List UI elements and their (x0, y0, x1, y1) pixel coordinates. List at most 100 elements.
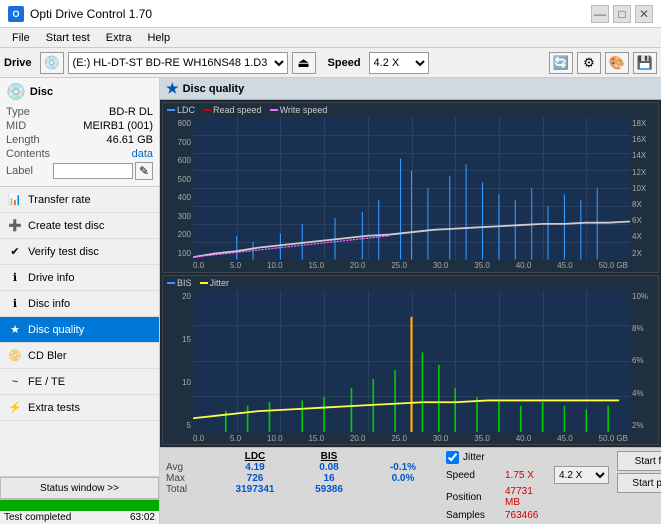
nav-create-test-disc[interactable]: ➕ Create test disc (0, 213, 159, 239)
disc-section-title: Disc (30, 86, 53, 98)
transfer-rate-icon: 📊 (8, 193, 22, 207)
disc-contents-row: Contents data (6, 148, 153, 160)
disc-type-value: BD-R DL (109, 106, 153, 118)
eject-button[interactable]: ⏏ (292, 52, 316, 74)
progress-bar (0, 500, 159, 511)
disc-length-row: Length 46.61 GB (6, 134, 153, 146)
status-left-text: Test completed (4, 512, 71, 523)
sidebar: 💿 Disc Type BD-R DL MID MEIRB1 (001) Len… (0, 78, 160, 524)
cd-bler-icon: 📀 (8, 349, 22, 363)
menu-start-test[interactable]: Start test (38, 30, 98, 46)
disc-label-input[interactable] (53, 163, 133, 179)
stats-avg-label: Avg (166, 462, 216, 473)
position-value: 47731 MB (505, 486, 550, 508)
write-speed-legend: Write speed (270, 105, 328, 115)
nav-fe-te[interactable]: ~ FE / TE (0, 369, 159, 395)
disc-label-row: Label ✎ (6, 162, 153, 180)
disc-panel: 💿 Disc Type BD-R DL MID MEIRB1 (001) Len… (0, 78, 159, 187)
stats-header-jitter-label (368, 451, 438, 462)
disc-length-label: Length (6, 134, 40, 146)
nav-extra-tests-label: Extra tests (28, 402, 80, 414)
speed-select-stats[interactable]: 4.2 X (554, 466, 609, 484)
chart1-y-right: 18X 16X 14X 12X 10X 8X 6X 4X 2X (630, 117, 658, 260)
stats-max-bis: 16 (294, 473, 364, 484)
nav-disc-quality-label: Disc quality (28, 324, 84, 336)
close-button[interactable]: ✕ (635, 5, 653, 23)
speed-select[interactable]: 4.2 X 1.0 X 2.0 X 8.0 X (369, 52, 429, 74)
start-full-button[interactable]: Start full (617, 451, 661, 471)
palette-button[interactable]: 🎨 (605, 52, 629, 74)
nav-verify-test-disc[interactable]: ✔ Verify test disc (0, 239, 159, 265)
app-icon: O (8, 6, 24, 22)
stats-total-label: Total (166, 484, 216, 495)
settings-button[interactable]: ⚙ (577, 52, 601, 74)
stats-header-empty (166, 451, 216, 462)
chart1-svg (193, 117, 630, 260)
write-legend-dot (270, 109, 278, 111)
chart1-x-axis: 0.0 5.0 10.0 15.0 20.0 25.0 30.0 35.0 40… (163, 260, 658, 272)
fe-te-icon: ~ (8, 375, 22, 389)
nav-disc-quality[interactable]: ★ Disc quality (0, 317, 159, 343)
refresh-button[interactable]: 🔄 (549, 52, 573, 74)
nav-cd-bler[interactable]: 📀 CD Bler (0, 343, 159, 369)
chart1-legend: LDC Read speed Write speed (163, 103, 658, 117)
save-button[interactable]: 💾 (633, 52, 657, 74)
ldc-legend-label: LDC (177, 105, 195, 115)
disc-contents-value: data (132, 148, 153, 160)
nav-disc-info[interactable]: ℹ Disc info (0, 291, 159, 317)
create-test-disc-icon: ➕ (8, 219, 22, 233)
start-part-button[interactable]: Start part (617, 473, 661, 493)
stats-total-bis: 59386 (294, 484, 364, 495)
chart2-svg (193, 290, 630, 433)
label-input-row: ✎ (53, 162, 153, 180)
chart2-legend: BIS Jitter (163, 276, 658, 290)
status-right-text: 63:02 (130, 512, 155, 523)
drive-label: Drive (4, 57, 32, 69)
charts-area: LDC Read speed Write speed 800 700 (160, 100, 661, 447)
nav-transfer-rate[interactable]: 📊 Transfer rate (0, 187, 159, 213)
stats-avg-jitter: -0.1% (368, 462, 438, 473)
nav-drive-info[interactable]: ℹ Drive info (0, 265, 159, 291)
bis-chart: BIS Jitter 20 15 10 5 (162, 275, 659, 446)
app-title: Opti Drive Control 1.70 (30, 7, 152, 21)
menu-file[interactable]: File (4, 30, 38, 46)
menu-extra[interactable]: Extra (98, 30, 140, 46)
nav-fe-te-label: FE / TE (28, 376, 65, 388)
drive-icon-btn[interactable]: 💿 (40, 52, 64, 74)
disc-label-label: Label (6, 165, 33, 177)
titlebar-left: O Opti Drive Control 1.70 (8, 6, 152, 22)
chart2-area: 20 15 10 5 (163, 290, 658, 433)
stats-total-ldc: 3197341 (220, 484, 290, 495)
stats-max-ldc: 726 (220, 473, 290, 484)
stats-table: LDC BIS Avg 4.19 0.08 -0.1% Max 726 16 0… (166, 451, 438, 495)
drive-info-icon: ℹ (8, 271, 22, 285)
ldc-legend-dot (167, 109, 175, 111)
disc-contents-label: Contents (6, 148, 50, 160)
drive-select[interactable]: (E:) HL-DT-ST BD-RE WH16NS48 1.D3 (68, 52, 288, 74)
jitter-speed-area: Jitter Speed 1.75 X 4.2 X Position 47731… (446, 451, 609, 521)
bis-legend-dot (167, 282, 175, 284)
status-window-button[interactable]: Status window >> (0, 477, 159, 499)
disc-mid-row: MID MEIRB1 (001) (6, 120, 153, 132)
disc-mid-label: MID (6, 120, 26, 132)
status-text-row: Test completed 63:02 (0, 511, 159, 524)
chart2-x-axis: 0.0 5.0 10.0 15.0 20.0 25.0 30.0 35.0 40… (163, 432, 658, 444)
statusbar: Status window >> Test completed 63:02 (0, 476, 159, 524)
minimize-button[interactable]: — (591, 5, 609, 23)
jitter-legend: Jitter (200, 278, 230, 288)
ldc-legend: LDC (167, 105, 195, 115)
jitter-checkbox[interactable] (446, 451, 459, 464)
maximize-button[interactable]: □ (613, 5, 631, 23)
nav-drive-info-label: Drive info (28, 272, 74, 284)
speed-row: Speed 1.75 X 4.2 X (446, 466, 609, 484)
disc-quality-header: ★ Disc quality (160, 78, 661, 100)
samples-value: 763466 (505, 510, 550, 521)
menu-help[interactable]: Help (139, 30, 178, 46)
stats-max-label: Max (166, 473, 216, 484)
stats-avg-ldc: 4.19 (220, 462, 290, 473)
nav-extra-tests[interactable]: ⚡ Extra tests (0, 395, 159, 421)
stats-max-row: Max 726 16 0.0% (166, 473, 438, 484)
disc-label-edit-btn[interactable]: ✎ (135, 162, 153, 180)
disc-type-label: Type (6, 106, 30, 118)
disc-mid-value: MEIRB1 (001) (83, 120, 153, 132)
